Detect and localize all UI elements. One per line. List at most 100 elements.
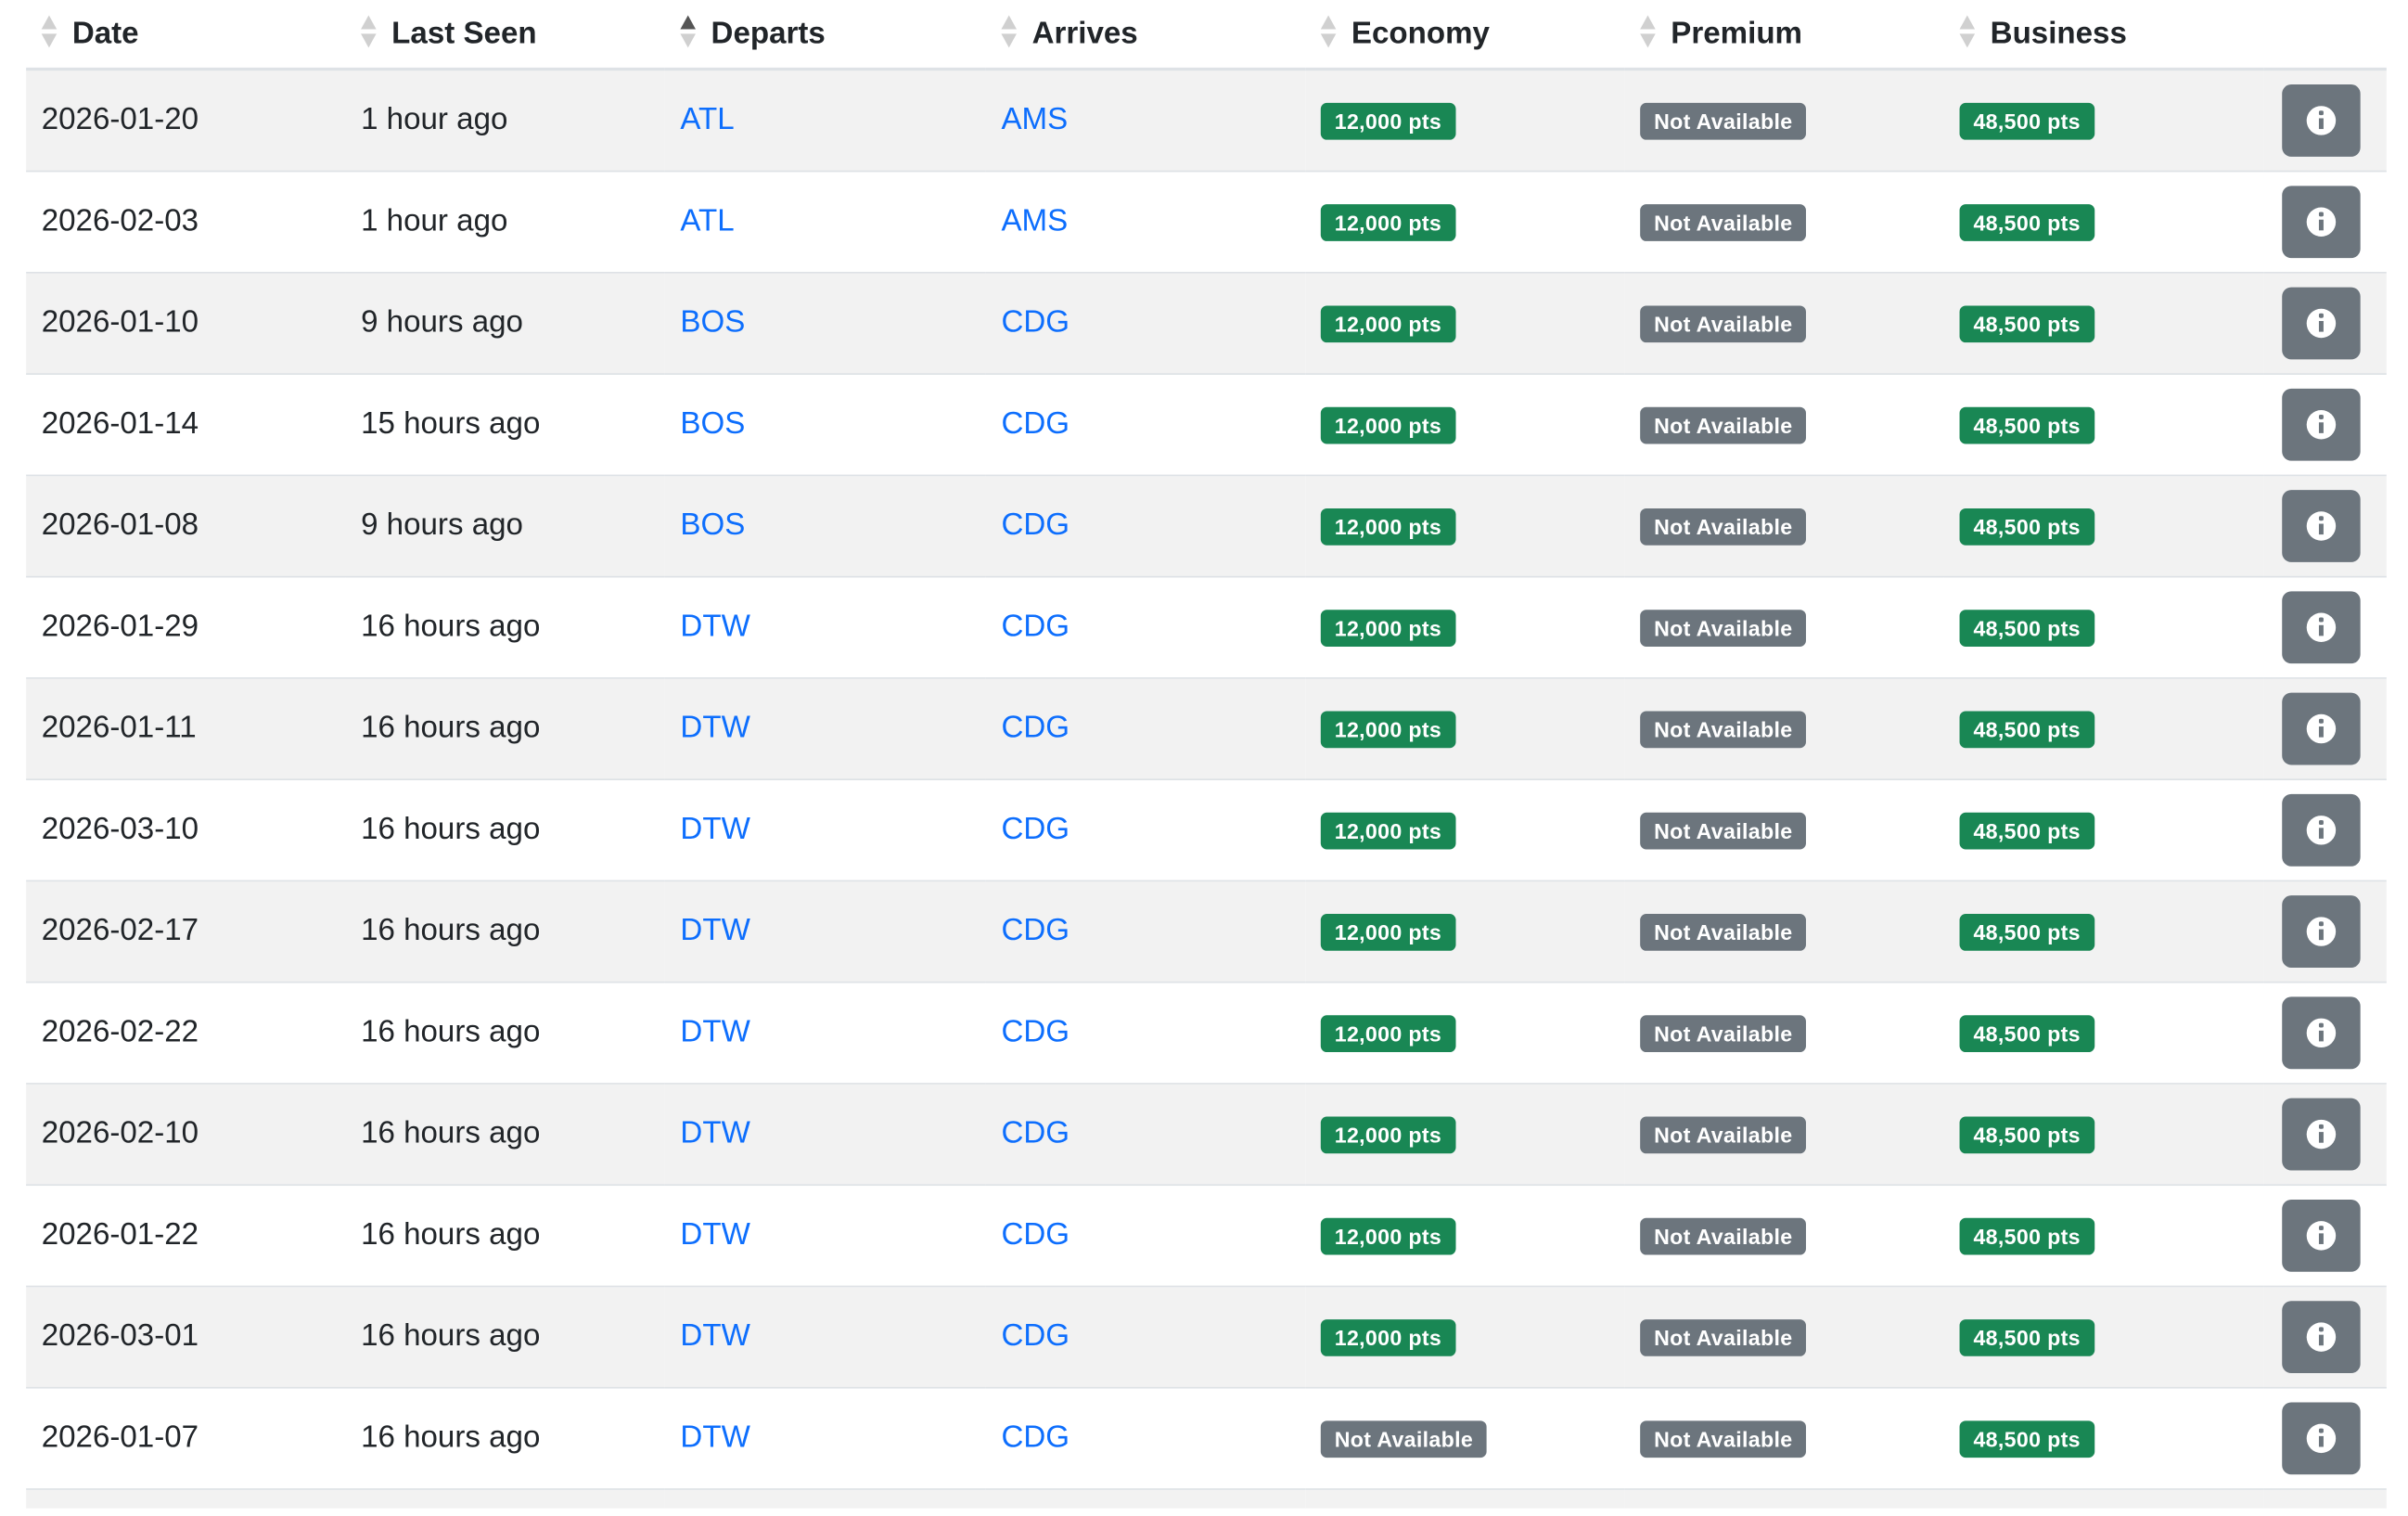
column-header-last-seen[interactable]: Last Seen <box>345 0 665 71</box>
date-cell: 2026-01-22 <box>26 1184 346 1287</box>
column-header-departs[interactable]: Departs <box>664 0 986 71</box>
column-header-actions <box>2263 0 2387 71</box>
arrives-cell: CDG <box>985 575 1306 678</box>
economy-cell: 12,000 pts <box>1305 272 1625 375</box>
premium-price-badge: Not Available <box>1640 1216 1807 1254</box>
premium-price-badge: Not Available <box>1640 1115 1807 1153</box>
last-seen-cell: 9 hours ago <box>345 272 665 375</box>
details-button[interactable] <box>2282 591 2361 664</box>
arrives-airport-link[interactable]: CDG <box>1001 305 1070 339</box>
arrives-airport-link[interactable]: CDG <box>1001 711 1070 744</box>
business-cell: 48,500 pts <box>1943 778 2264 881</box>
economy-cell: 12,000 pts <box>1305 68 1625 172</box>
departs-airport-link[interactable]: BOS <box>680 407 745 441</box>
departs-airport-link[interactable]: BOS <box>680 305 745 339</box>
table-cell-partial <box>664 1488 986 1509</box>
sort-up-arrow-icon <box>1959 15 1976 30</box>
last-seen-cell: 16 hours ago <box>345 981 665 1084</box>
departs-airport-link[interactable]: ATL <box>680 103 734 136</box>
arrives-airport-link[interactable]: CDG <box>1001 1117 1070 1150</box>
premium-price-badge: Not Available <box>1640 811 1807 849</box>
details-button[interactable] <box>2282 1199 2361 1272</box>
premium-cell: Not Available <box>1624 575 1944 678</box>
details-button[interactable] <box>2282 186 2361 259</box>
table-cell-partial <box>345 1488 665 1509</box>
details-button[interactable] <box>2282 1402 2361 1475</box>
arrives-airport-link[interactable]: AMS <box>1001 204 1068 238</box>
details-button[interactable] <box>2282 996 2361 1070</box>
arrives-airport-link[interactable]: CDG <box>1001 1218 1070 1252</box>
arrives-airport-link[interactable]: CDG <box>1001 1015 1070 1048</box>
economy-cell: 12,000 pts <box>1305 1184 1625 1287</box>
departs-airport-link[interactable]: DTW <box>680 711 749 744</box>
arrives-airport-link[interactable]: CDG <box>1001 813 1070 846</box>
column-header-label: Arrives <box>1031 17 1138 51</box>
award-availability-table: Date Last Seen Departs Arrives Economy Premiu… <box>26 0 2387 1509</box>
actions-cell <box>2263 1083 2387 1186</box>
departs-airport-link[interactable]: DTW <box>680 813 749 846</box>
date-cell: 2026-02-10 <box>26 1083 346 1186</box>
table-row: 2026-01-29 16 hours ago DTW CDG 12,000 pts No… <box>26 575 2387 678</box>
column-header-economy[interactable]: Economy <box>1305 0 1625 71</box>
premium-price-badge: Not Available <box>1640 507 1807 545</box>
column-header-arrives[interactable]: Arrives <box>985 0 1306 71</box>
economy-price-badge: 12,000 pts <box>1320 507 1456 545</box>
column-header-premium[interactable]: Premium <box>1624 0 1944 71</box>
departs-airport-link[interactable]: DTW <box>680 1420 749 1454</box>
premium-price-badge: Not Available <box>1640 710 1807 748</box>
details-button[interactable] <box>2282 1301 2361 1374</box>
departs-airport-link[interactable]: DTW <box>680 610 749 643</box>
business-price-badge: 48,500 pts <box>1959 913 2094 950</box>
last-seen-cell: 9 hours ago <box>345 474 665 577</box>
departs-airport-link[interactable]: ATL <box>680 204 734 238</box>
economy-cell: 12,000 pts <box>1305 170 1625 273</box>
departs-airport-link[interactable]: DTW <box>680 1117 749 1150</box>
arrives-cell: AMS <box>985 68 1306 172</box>
column-header-date[interactable]: Date <box>26 0 346 71</box>
departs-airport-link[interactable]: DTW <box>680 914 749 947</box>
departs-cell: DTW <box>664 1285 986 1388</box>
info-circle-icon <box>2306 1119 2337 1150</box>
date-cell: 2026-01-14 <box>26 373 346 476</box>
last-seen-cell: 16 hours ago <box>345 1285 665 1388</box>
sort-up-arrow-icon <box>1640 15 1656 30</box>
column-header-business[interactable]: Business <box>1943 0 2264 71</box>
details-button[interactable] <box>2282 84 2361 157</box>
arrives-airport-link[interactable]: CDG <box>1001 407 1070 441</box>
sort-icon <box>680 15 696 48</box>
arrives-airport-link[interactable]: CDG <box>1001 508 1070 542</box>
business-price-badge: 48,500 pts <box>1959 405 2094 443</box>
details-button[interactable] <box>2282 895 2361 968</box>
arrives-airport-link[interactable]: CDG <box>1001 610 1070 643</box>
arrives-airport-link[interactable]: AMS <box>1001 103 1068 136</box>
details-button[interactable] <box>2282 287 2361 360</box>
details-button[interactable] <box>2282 388 2361 461</box>
premium-price-badge: Not Available <box>1640 913 1807 950</box>
info-circle-icon <box>2306 1423 2337 1454</box>
business-price-badge: 48,500 pts <box>1959 1014 2094 1052</box>
arrives-airport-link[interactable]: CDG <box>1001 1420 1070 1454</box>
table-cell-partial <box>2263 1488 2387 1509</box>
arrives-airport-link[interactable]: CDG <box>1001 1319 1070 1353</box>
details-button[interactable] <box>2282 1098 2361 1171</box>
last-seen-cell: 16 hours ago <box>345 575 665 678</box>
table-cell-partial <box>1624 1488 1944 1509</box>
table-row: 2026-02-03 1 hour ago ATL AMS 12,000 pts Not … <box>26 170 2387 273</box>
departs-airport-link[interactable]: BOS <box>680 508 745 542</box>
table-row: 2026-02-22 16 hours ago DTW CDG 12,000 pts No… <box>26 981 2387 1084</box>
sort-down-arrow-icon <box>1640 33 1656 48</box>
premium-cell: Not Available <box>1624 1083 1944 1186</box>
arrives-airport-link[interactable]: CDG <box>1001 914 1070 947</box>
premium-price-badge: Not Available <box>1640 1420 1807 1458</box>
details-button[interactable] <box>2282 490 2361 562</box>
details-button[interactable] <box>2282 692 2361 765</box>
departs-airport-link[interactable]: DTW <box>680 1319 749 1353</box>
premium-price-badge: Not Available <box>1640 1318 1807 1355</box>
departs-cell: ATL <box>664 170 986 273</box>
column-header-label: Date <box>71 17 139 51</box>
page: Date Last Seen Departs Arrives Economy Premiu… <box>0 0 2408 1516</box>
departs-airport-link[interactable]: DTW <box>680 1015 749 1048</box>
departs-airport-link[interactable]: DTW <box>680 1218 749 1252</box>
departs-cell: DTW <box>664 575 986 678</box>
details-button[interactable] <box>2282 793 2361 867</box>
